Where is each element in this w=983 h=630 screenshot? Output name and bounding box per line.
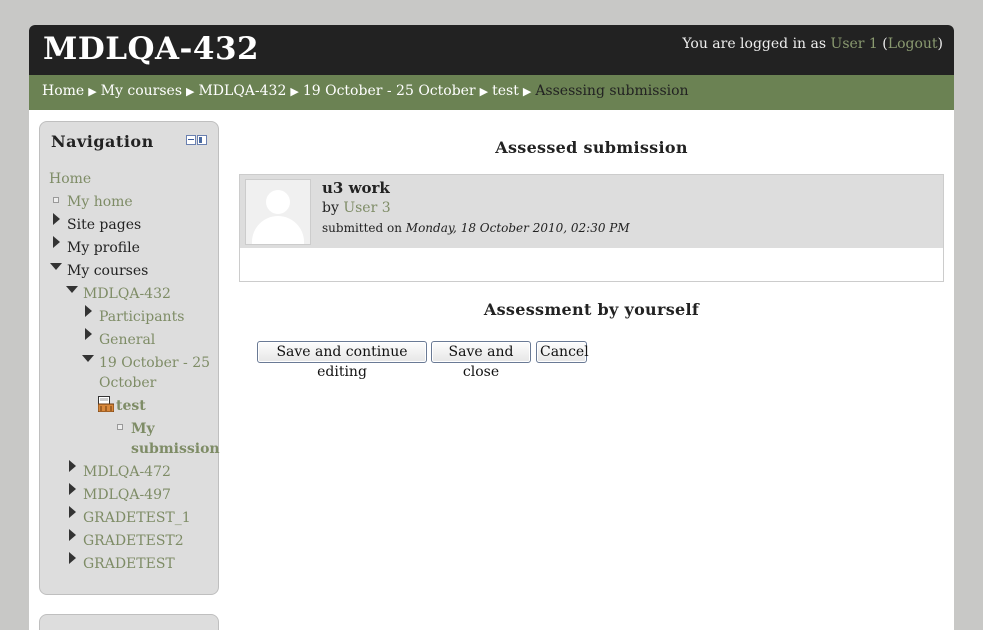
bullet-icon xyxy=(117,424,123,430)
logout-link[interactable]: Logout xyxy=(888,36,938,52)
nav-item-gradetest2[interactable]: GRADETEST2 xyxy=(83,531,184,551)
nav-item-mdlqa-432[interactable]: MDLQA-432 xyxy=(83,284,171,304)
nav-item-home[interactable]: Home xyxy=(49,169,91,189)
breadcrumb-separator: ▶ xyxy=(479,85,489,98)
expand-icon[interactable] xyxy=(69,506,76,518)
expand-icon[interactable] xyxy=(69,460,76,472)
paren-close: ) xyxy=(937,36,943,52)
collapse-arrow-icon[interactable] xyxy=(82,355,94,362)
breadcrumb-my-courses[interactable]: My courses xyxy=(101,83,182,99)
nav-item-week-line2[interactable]: October xyxy=(99,373,156,393)
expand-icon[interactable] xyxy=(53,213,60,225)
breadcrumb-test[interactable]: test xyxy=(492,83,519,99)
expand-icon[interactable] xyxy=(69,552,76,564)
breadcrumb-course[interactable]: MDLQA-432 xyxy=(198,83,286,99)
avatar-head xyxy=(266,190,290,214)
site-title[interactable]: MDLQA-432 xyxy=(43,31,259,67)
expand-icon[interactable] xyxy=(69,483,76,495)
submission-author: by User 3 xyxy=(322,200,391,216)
save-continue-button[interactable]: Save and continue editing xyxy=(257,341,427,380)
nav-item-my-profile[interactable]: My profile xyxy=(67,238,140,258)
nav-item-mdlqa-472[interactable]: MDLQA-472 xyxy=(83,462,171,482)
breadcrumb-week[interactable]: 19 October - 25 October xyxy=(303,83,476,99)
expand-icon[interactable] xyxy=(85,328,92,340)
submission-box: u3 work by User 3 submitted on Monday, 1… xyxy=(239,174,944,282)
save-close-button[interactable]: Save and close xyxy=(431,341,531,380)
author-prefix: by xyxy=(322,200,344,216)
nav-item-gradetest[interactable]: GRADETEST xyxy=(83,554,175,574)
bullet-icon xyxy=(53,197,59,203)
login-prefix: You are logged in as xyxy=(682,36,831,52)
expand-icon[interactable] xyxy=(85,305,92,317)
submission-header: u3 work by User 3 submitted on Monday, 1… xyxy=(240,175,943,248)
second-block xyxy=(39,614,219,630)
collapse-arrow-icon[interactable] xyxy=(50,263,62,270)
collapse-icon[interactable] xyxy=(186,135,207,145)
breadcrumb-bar: Home ▶ My courses ▶ MDLQA-432 ▶ 19 October - 2… xyxy=(29,75,954,110)
breadcrumb-separator: ▶ xyxy=(522,85,532,98)
navigation-block: Navigation Home My home Site pages My pr… xyxy=(39,121,220,595)
minus-icon[interactable] xyxy=(186,135,196,145)
expand-icon[interactable] xyxy=(69,529,76,541)
breadcrumb-separator: ▶ xyxy=(290,85,299,98)
breadcrumb-separator: ▶ xyxy=(88,85,97,98)
main-heading: Assessed submission xyxy=(495,138,688,157)
submission-date: submitted on Monday, 18 October 2010, 02… xyxy=(322,221,630,235)
date-prefix: submitted on xyxy=(322,221,406,235)
breadcrumb-home[interactable]: Home xyxy=(42,83,84,99)
dock-icon[interactable] xyxy=(197,135,207,145)
user-link[interactable]: User 1 xyxy=(831,36,878,52)
nav-item-test[interactable]: test xyxy=(116,396,146,416)
cancel-button[interactable]: Cancel xyxy=(536,341,589,363)
nav-item-my-home[interactable]: My home xyxy=(67,192,133,212)
nav-item-participants[interactable]: Participants xyxy=(99,307,184,327)
avatar[interactable] xyxy=(245,179,311,245)
page-header: MDLQA-432 You are logged in as User 1 (L… xyxy=(29,25,954,75)
breadcrumb-separator: ▶ xyxy=(186,85,195,98)
author-link[interactable]: User 3 xyxy=(343,200,390,216)
workshop-icon xyxy=(98,396,114,412)
breadcrumb: Home ▶ My courses ▶ MDLQA-432 ▶ 19 October - 2… xyxy=(42,83,689,99)
expand-icon[interactable] xyxy=(53,236,60,248)
breadcrumb-current: Assessing submission xyxy=(535,83,689,99)
nav-item-site-pages[interactable]: Site pages xyxy=(67,215,141,235)
nav-item-week-line1[interactable]: 19 October - 25 xyxy=(99,353,210,373)
collapse-arrow-icon[interactable] xyxy=(66,286,78,293)
avatar-body xyxy=(252,216,304,244)
submission-title: u3 work xyxy=(322,179,390,197)
navigation-title: Navigation xyxy=(51,132,154,151)
nav-item-my-courses[interactable]: My courses xyxy=(67,261,148,281)
nav-item-gradetest-1[interactable]: GRADETEST_1 xyxy=(83,508,191,528)
date-value: Monday, 18 October 2010, 02:30 PM xyxy=(405,221,630,235)
nav-item-my-submission-line2[interactable]: submission xyxy=(131,439,220,459)
nav-item-mdlqa-497[interactable]: MDLQA-497 xyxy=(83,485,171,505)
nav-item-general[interactable]: General xyxy=(99,330,155,350)
assessment-heading: Assessment by yourself xyxy=(483,300,700,319)
nav-item-my-submission-line1[interactable]: My xyxy=(131,419,155,439)
page: MDLQA-432 You are logged in as User 1 (L… xyxy=(29,25,954,630)
login-info: You are logged in as User 1 (Logout) xyxy=(682,36,943,52)
